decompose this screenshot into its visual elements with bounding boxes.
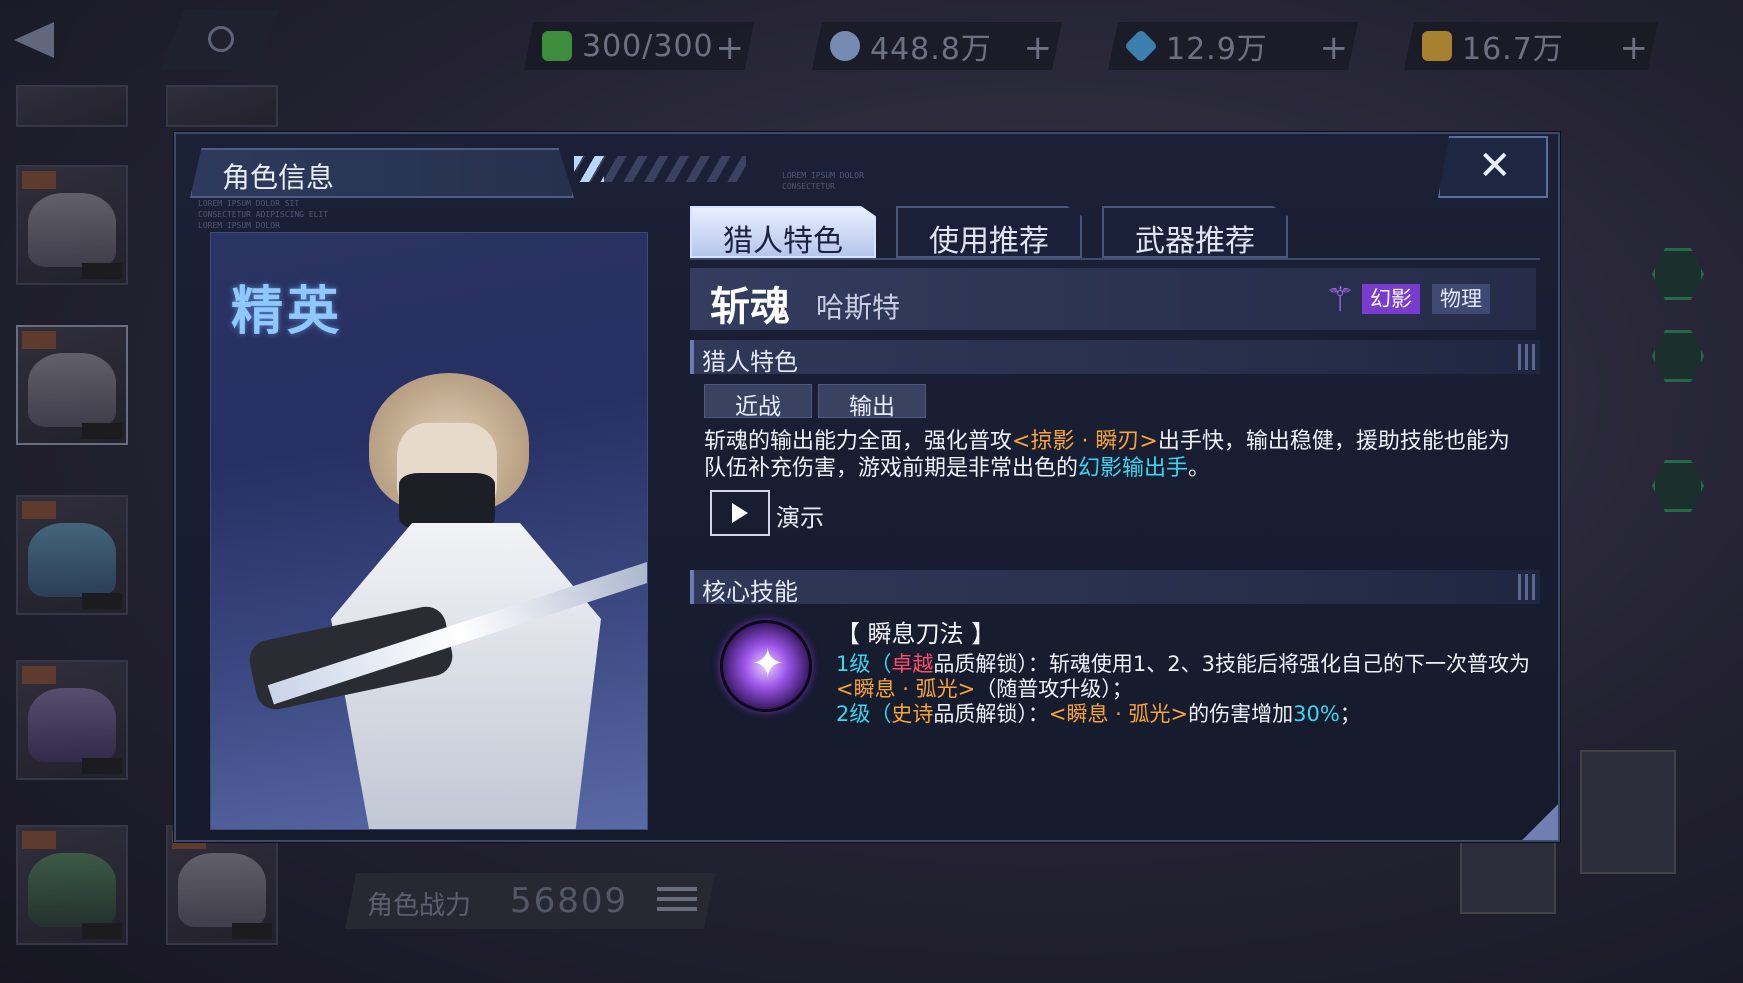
tab-usage-recommend[interactable]: 使用推荐 [896,206,1082,258]
tab-label: 猎人特色 [723,224,843,259]
skill-line-2: 2级（史诗品质解锁）：<瞬息 · 弧光>的伤害增加30%； [836,702,1361,726]
section-core-skill: 核心技能 [690,570,1540,606]
type-badge: 幻影 [1362,284,1420,314]
character-portrait: 精英 [210,232,648,830]
tab-hunter-features[interactable]: 猎人特色 [690,206,876,258]
damage-badge: 物理 [1432,284,1490,314]
section-hunter-features: 猎人特色 [690,340,1540,376]
dialog-header: 角色信息 LOREM IPSUM DOLOR CONSECTETUR LOREM… [176,134,1558,230]
skill-name: 【 瞬息刀法 】 [836,620,996,648]
skill-description: 1级（卓越品质解锁）：斩魂使用1、2、3技能后将强化自己的下一次普攻为<瞬息 ·… [836,652,1536,727]
tab-weapon-recommend[interactable]: 武器推荐 [1102,206,1288,258]
skill-line-1: 1级（卓越品质解锁）：斩魂使用1、2、3技能后将强化自己的下一次普攻为<瞬息 ·… [836,652,1530,701]
deco-text: LOREM IPSUM DOLOR SIT CONSECTETUR ADIPIS… [198,199,329,230]
deco-text: LOREM IPSUM DOLOR CONSECTETUR [782,171,864,191]
tab-divider [690,258,1540,260]
dialog-title: 角色信息 [222,161,335,194]
phantom-class-icon: ⚚ [1324,280,1356,320]
skill-slash-icon[interactable]: ✦ [720,620,812,712]
character-name: 斩魂 [710,284,790,330]
tag-chip: 输出 [818,384,926,420]
tag-chip: 近战 [704,384,812,420]
tab-label: 使用推荐 [929,224,1049,259]
feature-description: 斩魂的输出能力全面，强化普攻<掠影 · 瞬刃>出手快，输出稳健，援助技能也能为队… [704,429,1510,481]
character-subname: 哈斯特 [816,291,901,324]
close-icon: ✕ [1478,143,1512,189]
character-info-dialog: 角色信息 LOREM IPSUM DOLOR CONSECTETUR LOREM… [174,132,1560,842]
dialog-title-plate: 角色信息 [190,148,574,198]
close-button[interactable]: ✕ [1438,136,1548,198]
demo-label: 演示 [776,504,824,532]
demo-button[interactable]: 演示 [710,490,870,538]
play-icon [710,490,770,536]
section-title: 核心技能 [702,578,798,606]
header-stripe-accent [574,156,604,182]
rank-label: 精英 [231,281,344,342]
tab-label: 武器推荐 [1135,224,1255,259]
character-name-bar: 斩魂 哈斯特 ⚚ 幻影 物理 [690,268,1536,330]
section-title: 猎人特色 [702,348,798,376]
tab-bar: 猎人特色 使用推荐 武器推荐 [690,206,1288,258]
chip-label: 近战 [735,394,781,420]
chip-label: 输出 [849,394,895,420]
corner-decoration [1522,804,1558,840]
